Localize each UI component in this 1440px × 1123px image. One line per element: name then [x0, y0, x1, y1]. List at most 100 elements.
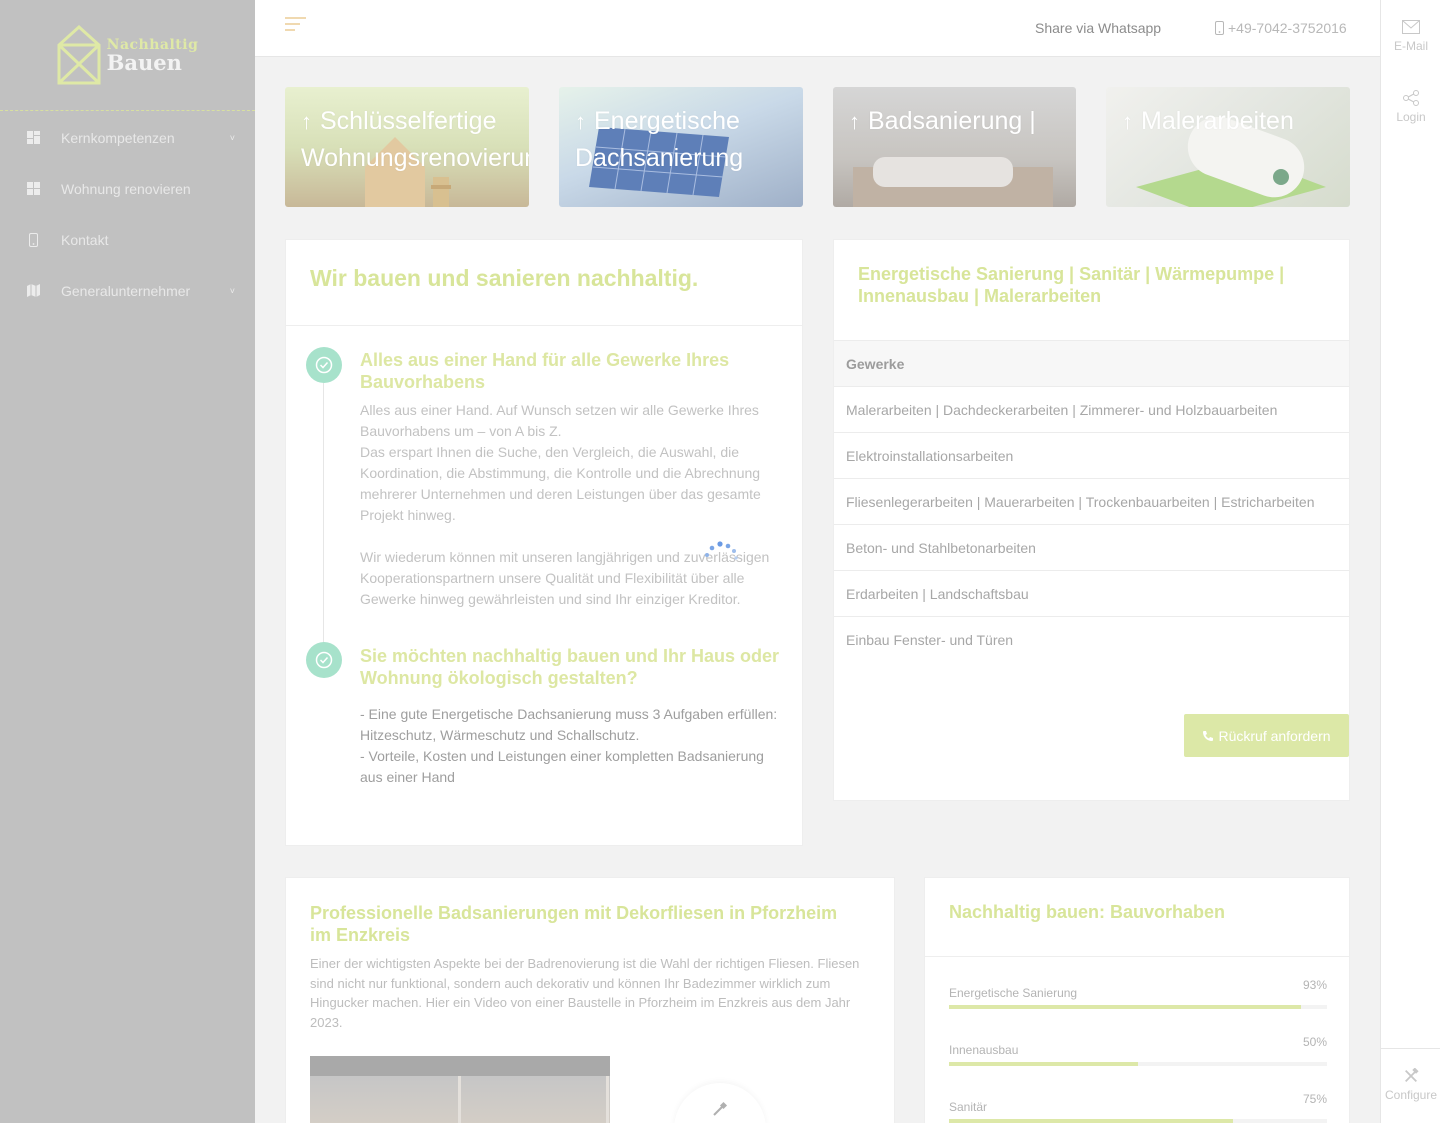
item2-text-1: - Eine gute Energetische Dachsanierung m…: [360, 706, 778, 743]
dashboard-icon: [26, 131, 40, 145]
tile-line1: Badsanierung |: [868, 107, 1036, 135]
item1-title: Alles aus einer Hand für alle Gewerke Ih…: [360, 350, 730, 392]
sidebar-item-generalunternehmer[interactable]: Generalunternehmer ˅: [0, 265, 255, 316]
tile-schluesselfertige-wohnungsrenovierung[interactable]: ↑ Schlüsselfertige Wohnungsrenovierung: [285, 87, 529, 207]
video-frame-post: [458, 1076, 461, 1123]
table-row: Einbau Fenster- und Türen: [834, 616, 1349, 662]
table-row: Malerarbeiten | Dachdeckerarbeiten | Zim…: [834, 386, 1349, 432]
chevron-down-icon: ˅: [229, 132, 235, 143]
callback-label: Rückruf anfordern: [1218, 727, 1331, 744]
progress-label: Innenausbau: [949, 1043, 1019, 1057]
login-button[interactable]: Login: [1381, 90, 1440, 124]
map-icon: [26, 284, 40, 298]
tile-line1: Energetische: [594, 107, 740, 135]
sidebar-item-label: Kontakt: [61, 231, 109, 248]
phone-number: +49-7042-3752016: [1228, 20, 1347, 36]
projects-card: Nachhaltig bauen: Bauvorhaben Energetisc…: [924, 877, 1350, 1123]
topbar: Share via Whatsapp +49-7042-3752016: [255, 0, 1380, 57]
arrow-up-icon: ↑: [575, 109, 586, 134]
services-title: Energetische Sanierung | Sanitär | Wärme…: [858, 264, 1285, 306]
sidebar-item-kontakt[interactable]: Kontakt: [0, 214, 255, 265]
services-card: Energetische Sanierung | Sanitär | Wärme…: [833, 239, 1350, 801]
sidebar-item-kernkompetenzen[interactable]: Kernkompetenzen ˅: [0, 112, 255, 163]
tile-label: ↑ Badsanierung |: [849, 103, 1036, 140]
progress-value: 93%: [1302, 978, 1327, 992]
item2-text-2: - Vorteile, Kosten und Leistungen einer …: [360, 748, 764, 785]
progress-track: [949, 1062, 1327, 1066]
progress-fill: [949, 1005, 1301, 1009]
tile-energetische-dachsanierung[interactable]: ↑ Energetische Dachsanierung: [559, 87, 803, 207]
hammer-wrench-icon: [1405, 1068, 1419, 1082]
progress-fill: [949, 1119, 1233, 1123]
floating-action-button[interactable]: [674, 1083, 766, 1123]
chevron-down-icon: ˅: [229, 285, 235, 296]
configure-item: Configure: [1381, 1068, 1440, 1102]
mobile-icon: [1215, 21, 1224, 35]
tile-label: ↑ Malerarbeiten: [1122, 103, 1294, 140]
right-toolbar: E-Mail Login Configure: [1380, 0, 1440, 1123]
bath-title: Professionelle Badsanierungen mit Dekorf…: [310, 903, 838, 945]
arrow-up-icon: ↑: [301, 109, 312, 134]
email-button[interactable]: E-Mail: [1381, 19, 1440, 53]
tile-label: ↑ Schlüsselfertige Wohnungsrenovierung: [301, 103, 529, 176]
timeline-line: [323, 383, 324, 643]
item1-text-2: Das erspart Ihnen die Suche, den Verglei…: [360, 444, 761, 523]
loading-spinner-icon: [705, 541, 738, 560]
menu-toggle-icon[interactable]: [285, 17, 307, 35]
eyedropper-icon: [713, 1101, 728, 1116]
tile-label: ↑ Energetische Dachsanierung: [575, 103, 743, 176]
tile-badsanierung[interactable]: ↑ Badsanierung |: [833, 87, 1076, 207]
phone-link[interactable]: +49-7042-3752016: [1215, 20, 1347, 36]
phone-icon: [1203, 730, 1214, 741]
progress-label: Sanitär: [949, 1100, 988, 1114]
sidebar-item-wohnung-renovieren[interactable]: Wohnung renovieren: [0, 163, 255, 214]
table-row: Erdarbeiten | Landschaftsbau: [834, 570, 1349, 616]
table-row: Beton- und Stahlbetonarbeiten: [834, 524, 1349, 570]
tile-line1: Schlüsselfertige: [320, 107, 497, 135]
arrow-up-icon: ↑: [849, 109, 860, 134]
tile-line2: Wohnungsrenovierung: [301, 144, 529, 172]
sidebar-item-label: Kernkompetenzen: [61, 129, 175, 146]
progress-label: Energetische Sanierung: [949, 986, 1078, 1000]
share-icon: [1403, 90, 1419, 106]
house-logo-icon: [57, 25, 101, 85]
brand-logo[interactable]: Nachhaltig Bauen: [0, 0, 255, 111]
check-circle-icon: [306, 642, 342, 678]
share-whatsapp-link[interactable]: Share via Whatsapp: [1035, 20, 1161, 36]
arrow-up-icon: ↑: [1122, 109, 1133, 134]
progress-track: [949, 1119, 1327, 1123]
sidebar-item-label: Generalunternehmer: [61, 282, 191, 299]
intro-header: Wir bauen und sanieren nachhaltig.: [286, 240, 802, 326]
tile-line1: Malerarbeiten: [1141, 107, 1294, 135]
table-header: Gewerke: [834, 340, 1349, 386]
email-label: E-Mail: [1393, 39, 1428, 53]
table-row: Elektroinstallationsarbeiten: [834, 432, 1349, 478]
item2-title: Sie möchten nachhaltig bauen und Ihr Hau…: [360, 646, 780, 688]
sidebar-item-label: Wohnung renovieren: [61, 180, 191, 197]
check-circle-icon: [306, 347, 342, 383]
tile-line2: Dachsanierung: [575, 144, 744, 172]
brand-line2: Bauen: [106, 49, 182, 75]
configure-button[interactable]: Configure: [1381, 1048, 1440, 1123]
video-player[interactable]: [310, 1056, 610, 1123]
intro-title: Wir bauen und sanieren nachhaltig.: [310, 265, 699, 291]
item1-text-1: Alles aus einer Hand. Auf Wunsch setzen …: [360, 402, 759, 439]
projects-title: Nachhaltig bauen: Bauvorhaben: [949, 902, 1226, 922]
video-frame-post: [606, 1076, 609, 1123]
configure-label: Configure: [1384, 1088, 1438, 1102]
video-topbar: [310, 1056, 610, 1076]
projects-header: Nachhaltig bauen: Bauvorhaben: [925, 878, 1349, 957]
services-header: Energetische Sanierung | Sanitär | Wärme…: [834, 240, 1349, 340]
bath-card: Professionelle Badsanierungen mit Dekorf…: [285, 877, 895, 1123]
tile-malerarbeiten[interactable]: ↑ Malerarbeiten: [1106, 87, 1350, 207]
dashboard-icon: [26, 182, 40, 196]
progress-track: [949, 1005, 1327, 1009]
progress-fill: [949, 1062, 1138, 1066]
login-label: Login: [1396, 110, 1426, 124]
envelope-icon: [1402, 20, 1420, 34]
bathtub-image: [853, 157, 1053, 207]
progress-value: 50%: [1302, 1035, 1327, 1049]
sidebar: Nachhaltig Bauen Kernkompetenzen ˅ Wohnu…: [0, 0, 255, 1123]
bath-text: Einer der wichtigsten Aspekte bei der Ba…: [310, 956, 860, 1030]
callback-button[interactable]: Rückruf anfordern: [1184, 714, 1349, 757]
